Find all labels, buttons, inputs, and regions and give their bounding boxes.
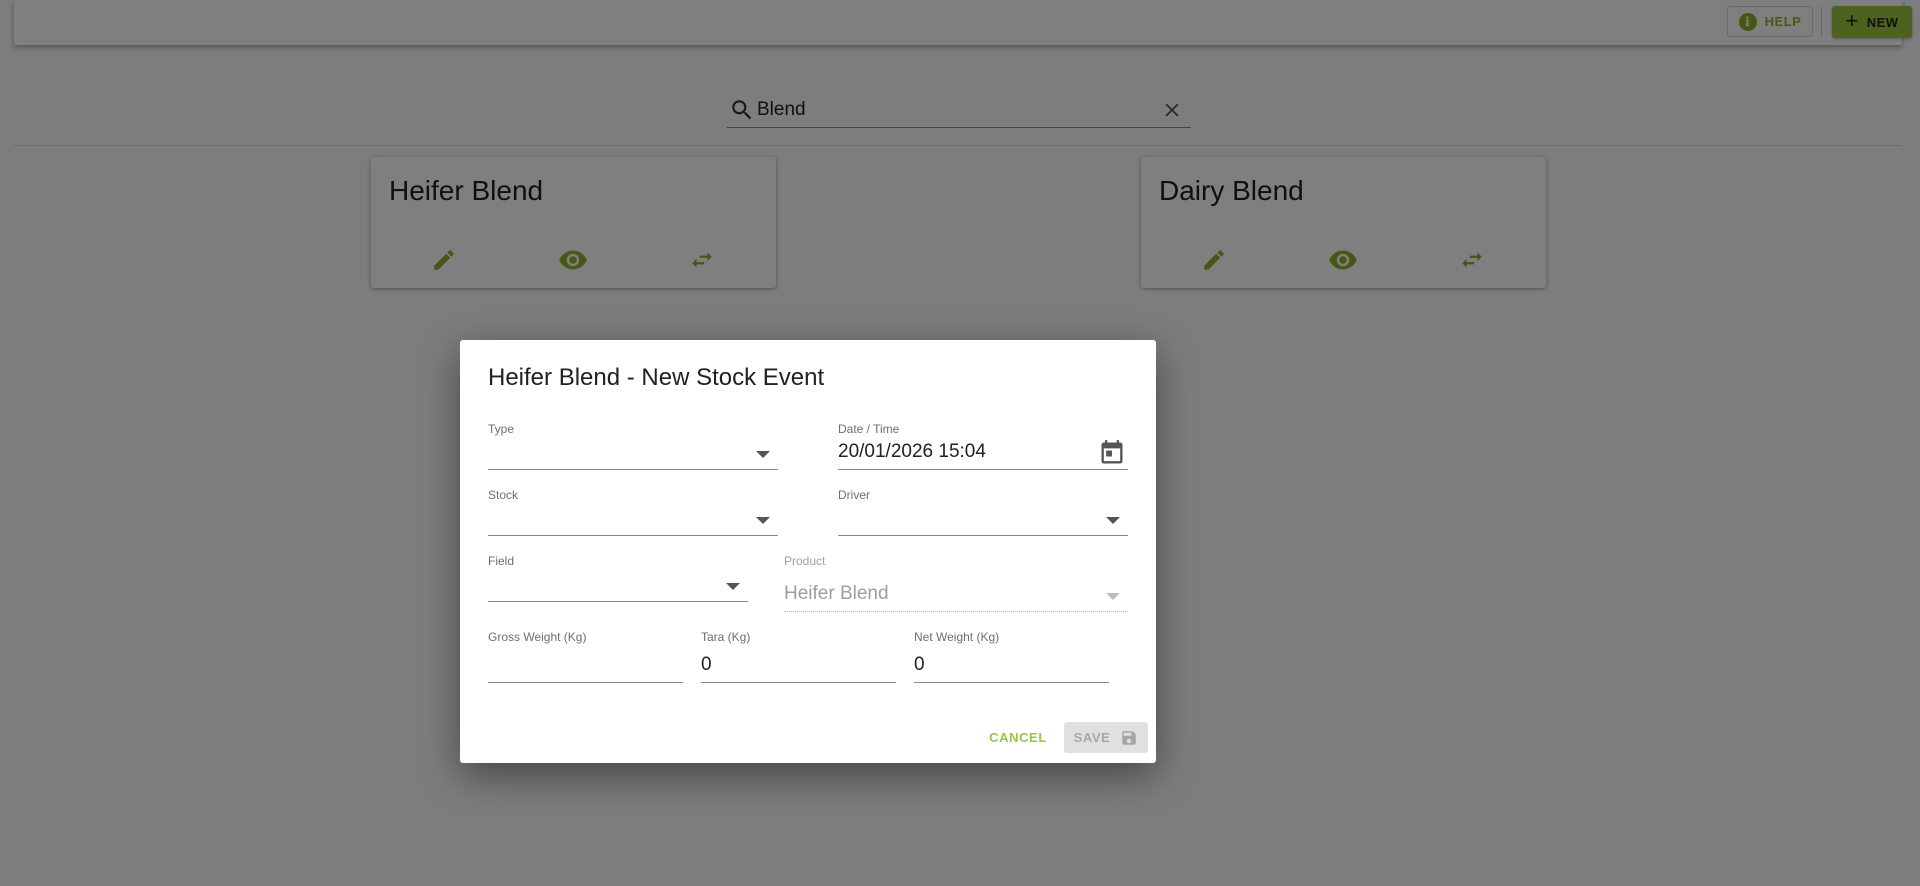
net-weight-input[interactable]: Net Weight (Kg) 0 xyxy=(914,630,1109,683)
underline xyxy=(838,535,1128,536)
cancel-button[interactable]: CANCEL xyxy=(984,722,1052,752)
dialog-title: Heifer Blend - New Stock Event xyxy=(488,364,825,391)
underline xyxy=(488,601,748,602)
net-weight-label: Net Weight (Kg) xyxy=(914,630,1000,644)
save-button[interactable]: SAVE xyxy=(1064,722,1148,753)
gross-weight-input[interactable]: Gross Weight (Kg) xyxy=(488,630,683,683)
datetime-field[interactable]: Date / Time 20/01/2026 15:04 xyxy=(838,422,1128,470)
chevron-down-icon xyxy=(1106,593,1120,600)
tara-label: Tara (Kg) xyxy=(701,630,751,644)
tara-input[interactable]: Tara (Kg) 0 xyxy=(701,630,896,683)
chevron-down-icon xyxy=(756,517,770,524)
chevron-down-icon xyxy=(756,451,770,458)
product-value: Heifer Blend xyxy=(784,583,889,604)
underline xyxy=(838,469,1128,470)
underline xyxy=(488,535,778,536)
driver-select[interactable]: Driver xyxy=(838,488,1128,536)
underline xyxy=(701,682,896,683)
chevron-down-icon xyxy=(1106,517,1120,524)
calendar-icon[interactable] xyxy=(1098,439,1126,467)
chevron-down-icon xyxy=(726,583,740,590)
new-stock-event-dialog: Heifer Blend - New Stock Event Type Date… xyxy=(460,340,1156,763)
underline xyxy=(914,682,1109,683)
product-label: Product xyxy=(784,554,826,568)
driver-label: Driver xyxy=(838,488,870,502)
underline xyxy=(784,611,1128,612)
tara-value: 0 xyxy=(701,654,712,675)
datetime-label: Date / Time xyxy=(838,422,900,436)
field-select[interactable]: Field xyxy=(488,554,748,602)
save-button-label: SAVE xyxy=(1073,730,1111,745)
underline xyxy=(488,682,683,683)
stock-select[interactable]: Stock xyxy=(488,488,778,536)
type-select[interactable]: Type xyxy=(488,422,778,470)
field-label: Field xyxy=(488,554,515,568)
datetime-value: 20/01/2026 15:04 xyxy=(838,441,986,462)
stock-label: Stock xyxy=(488,488,519,502)
floppy-disk-icon xyxy=(1122,730,1137,745)
underline xyxy=(488,469,778,470)
product-select: Product Heifer Blend xyxy=(784,554,1128,612)
type-label: Type xyxy=(488,422,515,436)
gross-weight-label: Gross Weight (Kg) xyxy=(488,630,587,644)
net-weight-value: 0 xyxy=(914,654,925,675)
